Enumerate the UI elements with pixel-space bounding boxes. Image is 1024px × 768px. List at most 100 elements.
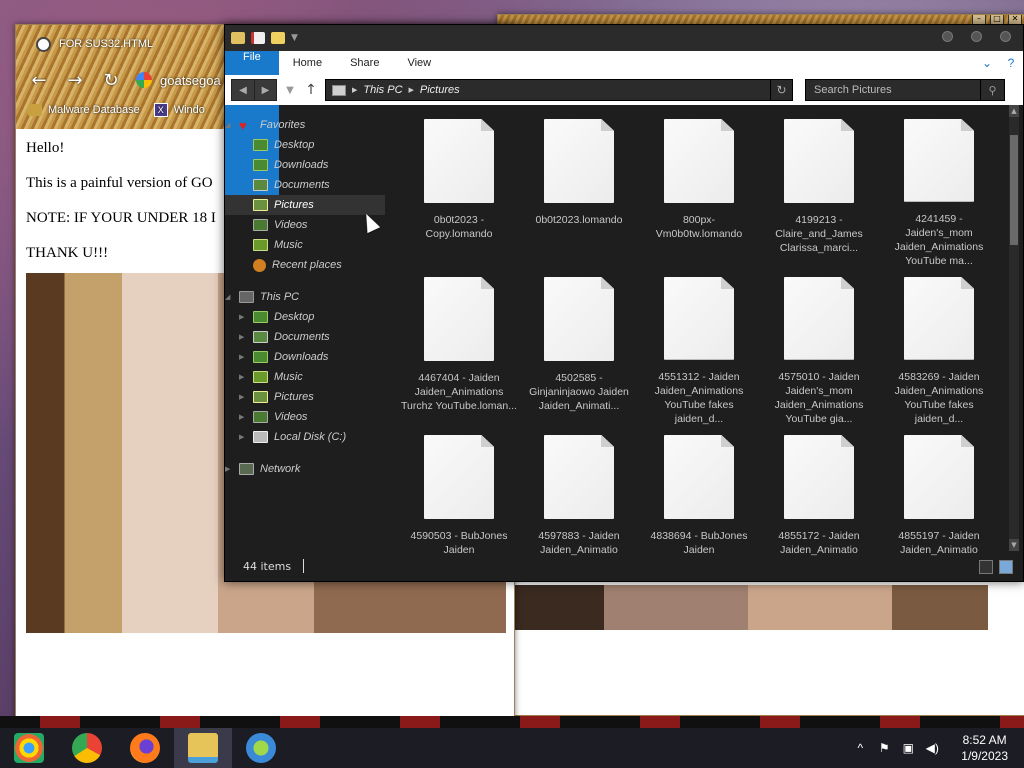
recent-locations-icon[interactable]: ▼ — [283, 85, 297, 96]
large-icons-view-icon[interactable] — [999, 560, 1013, 574]
back-arrow-icon[interactable]: ◀ — [232, 80, 254, 100]
maximize-icon[interactable] — [971, 31, 982, 42]
music-icon — [253, 371, 268, 383]
file-name: 4241459 - Jaiden's_mom Jaiden_Animations… — [894, 212, 984, 267]
folder-icon — [332, 84, 346, 96]
taskbar-chrome[interactable] — [58, 728, 116, 768]
back-arrow-icon[interactable]: ← — [28, 70, 50, 91]
nav-pc-pictures[interactable]: ▶ Pictures — [225, 387, 385, 407]
file-item[interactable]: 800px-Vm0b0tw.lomando — [639, 119, 759, 267]
breadcrumb-this-pc[interactable]: This PC — [363, 84, 402, 96]
clock[interactable]: 8:52 AM 1/9/2023 — [961, 732, 1008, 764]
nav-fav-music[interactable]: Music — [225, 235, 385, 255]
folder-icon — [231, 32, 245, 44]
file-item[interactable]: 4467404 - Jaiden Jaiden_Animations Turch… — [399, 277, 519, 425]
volume-icon[interactable]: ◀) — [925, 741, 939, 755]
computer-icon — [239, 291, 254, 303]
close-icon[interactable] — [1000, 31, 1011, 42]
chrome-icon — [72, 733, 102, 763]
documents-icon — [253, 179, 268, 191]
up-arrow-icon[interactable]: ↑ — [303, 82, 319, 98]
file-item[interactable]: 4199213 - Claire_and_James Clarissa_marc… — [759, 119, 879, 267]
file-explorer-window[interactable]: ▼ File Home Share View ⌄ ? ◀ ▶ ▼ ↑ ▶ Thi… — [224, 24, 1024, 582]
document-icon — [904, 435, 974, 519]
nav-fav-pictures[interactable]: Pictures — [225, 195, 385, 215]
taskbar-app[interactable] — [232, 728, 290, 768]
address-bar[interactable]: goatsegoa — [136, 72, 221, 88]
window-controls — [942, 31, 1011, 42]
file-name: 4467404 - Jaiden Jaiden_Animations Turch… — [401, 372, 517, 412]
tab-share[interactable]: Share — [336, 51, 393, 75]
flag-icon[interactable]: ⚑ — [877, 741, 891, 755]
nav-pc-music[interactable]: ▶ Music — [225, 367, 385, 387]
nav-pc-local-disk[interactable]: ▶ Local Disk (C:) — [225, 427, 385, 447]
scroll-down-icon[interactable]: ▼ — [1009, 539, 1019, 551]
help-icon[interactable]: ? — [999, 51, 1023, 75]
nav-pc-videos[interactable]: ▶ Videos — [225, 407, 385, 427]
document-icon — [784, 435, 854, 519]
file-item[interactable]: 0b0t2023.lomando — [519, 119, 639, 267]
scrollbar-thumb[interactable] — [1010, 135, 1018, 245]
file-item[interactable]: 4551312 - Jaiden Jaiden_Animations YouTu… — [639, 277, 759, 425]
bookmarks-bar: Malware Database X Windo — [28, 103, 205, 117]
nav-fav-recent-places[interactable]: Recent places — [225, 255, 385, 275]
network-tray-icon[interactable]: ▣ — [901, 741, 915, 755]
vertical-scrollbar[interactable]: ▲ ▼ — [1009, 105, 1019, 551]
file-name: 4583269 - Jaiden Jaiden_Animations YouTu… — [894, 370, 984, 425]
file-item[interactable]: 4241459 - Jaiden's_mom Jaiden_Animations… — [879, 119, 999, 267]
bookmark-windows[interactable]: X Windo — [153, 103, 205, 117]
nav-pc-downloads[interactable]: ▶ Downloads — [225, 347, 385, 367]
tab-home[interactable]: Home — [279, 51, 336, 75]
page-image — [508, 585, 988, 630]
file-name: 4199213 - Claire_and_James Clarissa_marc… — [775, 214, 863, 254]
file-view: 0b0t2023 - Copy.lomando 0b0t2023.lomando 8… — [385, 105, 1023, 556]
breadcrumb[interactable]: ▶ This PC ▶ Pictures ↻ — [325, 79, 793, 101]
chevron-up-icon[interactable]: ^ — [853, 741, 867, 755]
scroll-up-icon[interactable]: ▲ — [1009, 105, 1019, 117]
bookmark-malware-database[interactable]: Malware Database — [28, 104, 140, 116]
minimize-icon[interactable] — [942, 31, 953, 42]
chevron-down-icon[interactable]: ▼ — [291, 33, 298, 43]
explorer-body: ◢ ♥ Favorites Desktop Downloads Documents … — [225, 105, 1023, 556]
nav-favorites[interactable]: ◢ ♥ Favorites — [225, 115, 385, 135]
chevron-down-icon[interactable]: ⌄ — [975, 51, 999, 75]
new-folder-icon[interactable] — [271, 32, 285, 44]
nav-this-pc[interactable]: ◢ This PC — [225, 287, 385, 307]
file-name: 4551312 - Jaiden Jaiden_Animations YouTu… — [654, 370, 744, 425]
document-icon — [784, 277, 854, 360]
file-item[interactable]: 0b0t2023 - Copy.lomando — [399, 119, 519, 267]
tab-view[interactable]: View — [393, 51, 445, 75]
search-input[interactable]: Search Pictures ⚲ — [805, 79, 1005, 101]
browser-tab[interactable]: FOR SUS32.HTML — [26, 29, 163, 59]
file-item[interactable]: 4575010 - Jaiden Jaiden's_mom Jaiden_Ani… — [759, 277, 879, 425]
refresh-icon[interactable]: ↻ — [770, 80, 792, 100]
document-icon — [544, 277, 614, 361]
breadcrumb-pictures[interactable]: Pictures — [420, 84, 460, 96]
taskbar-firefox[interactable] — [116, 728, 174, 768]
nav-fav-downloads[interactable]: Downloads — [225, 155, 385, 175]
start-button[interactable] — [0, 728, 58, 768]
search-icon[interactable]: ⚲ — [980, 80, 1004, 100]
nav-fav-desktop[interactable]: Desktop — [225, 135, 385, 155]
nav-pc-desktop[interactable]: ▶ Desktop — [225, 307, 385, 327]
properties-icon[interactable] — [251, 32, 265, 44]
taskbar-file-explorer[interactable] — [174, 728, 232, 768]
forward-arrow-icon[interactable]: ▶ — [254, 80, 276, 100]
downloads-icon — [253, 351, 268, 363]
document-icon — [664, 435, 734, 519]
forward-arrow-icon[interactable]: → — [64, 70, 86, 91]
nav-pc-documents[interactable]: ▶ Documents — [225, 327, 385, 347]
chevron-right-icon: ▶ — [408, 87, 414, 94]
nav-fav-documents[interactable]: Documents — [225, 175, 385, 195]
item-count: 44 items — [243, 559, 292, 573]
document-icon — [424, 277, 494, 361]
google-icon — [136, 72, 152, 88]
nav-network[interactable]: ▶ Network — [225, 459, 385, 479]
file-item[interactable]: 4583269 - Jaiden Jaiden_Animations YouTu… — [879, 277, 999, 425]
file-name: 4575010 - Jaiden Jaiden's_mom Jaiden_Ani… — [774, 370, 864, 425]
system-tray: ^ ⚑ ▣ ◀) 8:52 AM 1/9/2023 — [853, 728, 1024, 768]
details-view-icon[interactable] — [979, 560, 993, 574]
reload-icon[interactable]: ↻ — [100, 70, 122, 91]
file-item[interactable]: 4502585 - Ginjaninjaowo Jaiden Jaiden_An… — [519, 277, 639, 425]
videos-icon — [253, 219, 268, 231]
